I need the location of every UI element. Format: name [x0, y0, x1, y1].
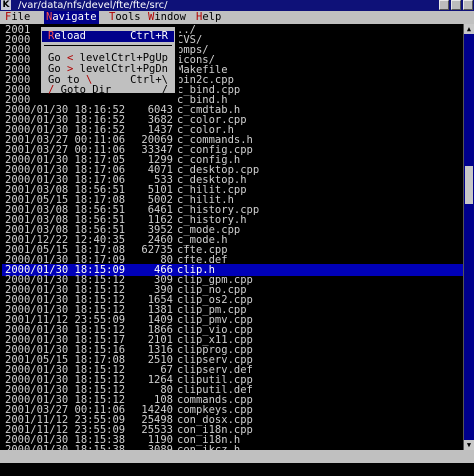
menu-label-post: avigate: [52, 11, 97, 23]
menu-navigate[interactable]: Navigate: [44, 11, 99, 24]
menu-label-post: ools: [115, 11, 141, 23]
menu-file[interactable]: File: [3, 11, 32, 24]
scroll-down-icon[interactable]: ▼: [464, 440, 474, 450]
status-text: Search: [cli]: [3, 463, 86, 475]
menu-item-shortcut: Ctrl+R: [130, 30, 168, 42]
title-bar: K /var/data/nfs/devel/fte/fte/src/: [0, 0, 474, 11]
scrollbar[interactable]: ▲ ▼: [463, 24, 474, 450]
menu-label-post: elp: [202, 11, 222, 23]
navigate-menu-item[interactable]: / Goto Dir /: [42, 85, 174, 96]
menu-help[interactable]: Help: [194, 11, 223, 24]
scroll-up-icon[interactable]: ▲: [464, 24, 474, 34]
status-bar: Search: [cli]: [0, 450, 474, 475]
menu-item-label-post: Goto Dir: [54, 84, 112, 96]
menu-label-post: ile: [11, 11, 31, 23]
menu-tools[interactable]: Tools: [107, 11, 143, 24]
navigate-menu: Reload Ctrl+R Go < level Ctrl+PgUp Go > leve…: [40, 26, 176, 96]
menu-window[interactable]: Window: [146, 11, 188, 24]
menu-item-label: Reload: [48, 31, 86, 42]
window-title: /var/data/nfs/devel/fte/fte/src/: [18, 0, 168, 11]
menu-label-post: indow: [154, 11, 186, 23]
menu-item-label-post: eload: [54, 30, 86, 42]
navigate-menu-item[interactable]: Reload Ctrl+R: [42, 31, 174, 42]
minimize-icon[interactable]: [439, 0, 449, 10]
close-icon[interactable]: [463, 0, 473, 10]
menu-bar: File Navigate Tools Window Help: [0, 11, 474, 24]
scroll-thumb[interactable]: [465, 166, 473, 204]
app-icon[interactable]: K: [1, 0, 11, 10]
menu-item-shortcut: /: [161, 84, 168, 96]
maximize-icon[interactable]: [451, 0, 461, 10]
menu-separator: [44, 45, 172, 46]
menu-item-label: / Goto Dir: [48, 85, 111, 96]
